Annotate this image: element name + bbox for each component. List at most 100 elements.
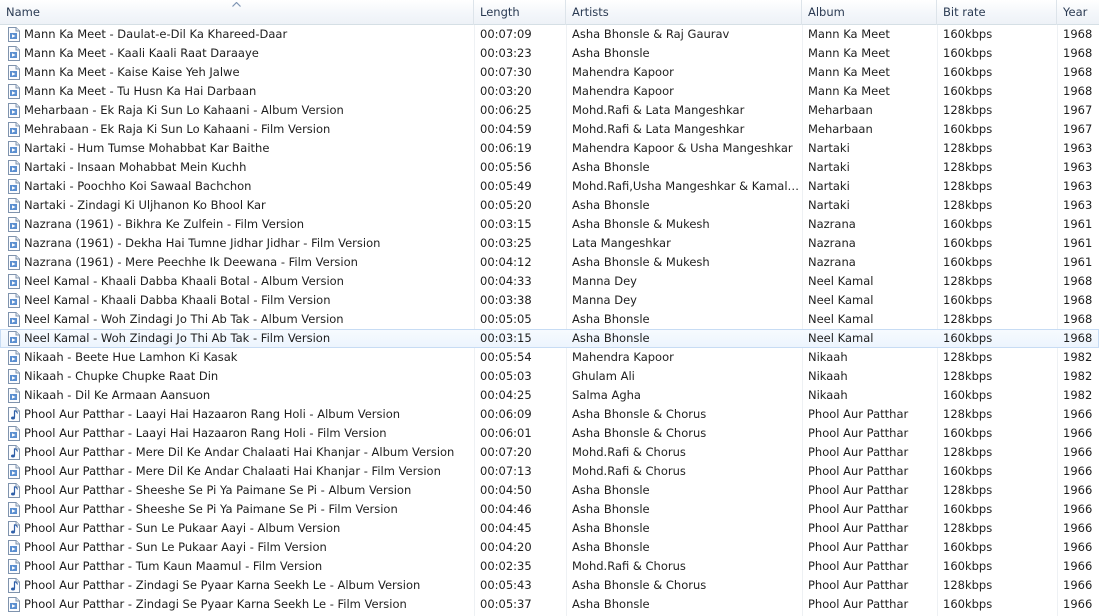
cell-length: 00:04:59: [480, 122, 532, 136]
table-row[interactable]: Nazrana (1961) - Bikhra Ke Zulfein - Fil…: [0, 215, 1099, 234]
column-header-album[interactable]: Album: [802, 0, 937, 25]
table-row[interactable]: Neel Kamal - Woh Zindagi Jo Thi Ab Tak -…: [0, 329, 1099, 348]
cell-length: 00:05:05: [480, 312, 532, 326]
table-row[interactable]: Meharbaan - Ek Raja Ki Sun Lo Kahaani - …: [0, 101, 1099, 120]
cell-length: 00:04:12: [480, 255, 532, 269]
cell-name[interactable]: Nikaah - Dil Ke Armaan Aansuon: [24, 386, 472, 405]
column-header-name-label: Name: [6, 5, 40, 19]
wma-file-icon: [7, 122, 21, 137]
table-row[interactable]: Phool Aur Patthar - Zindagi Se Pyaar Kar…: [0, 576, 1099, 595]
cell-name[interactable]: Neel Kamal - Woh Zindagi Jo Thi Ab Tak -…: [24, 329, 472, 348]
cell-name[interactable]: Neel Kamal - Khaali Dabba Khaali Botal -…: [24, 291, 472, 310]
cell-name[interactable]: Phool Aur Patthar - Zindagi Se Pyaar Kar…: [24, 595, 472, 614]
cell-year: 1966: [1063, 502, 1093, 516]
table-row[interactable]: Neel Kamal - Woh Zindagi Jo Thi Ab Tak -…: [0, 310, 1099, 329]
column-header-year[interactable]: Year: [1057, 0, 1099, 25]
cell-name[interactable]: Phool Aur Patthar - Zindagi Se Pyaar Kar…: [24, 576, 472, 595]
column-header-artists[interactable]: Artists: [566, 0, 802, 25]
cell-name[interactable]: Phool Aur Patthar - Mere Dil Ke Andar Ch…: [24, 443, 472, 462]
table-row[interactable]: Mann Ka Meet - Kaise Kaise Yeh Jalwe 00:0…: [0, 63, 1099, 82]
cell-name[interactable]: Nartaki - Hum Tumse Mohabbat Kar Baithe: [24, 139, 472, 158]
cell-name[interactable]: Phool Aur Patthar - Laayi Hai Hazaaron R…: [24, 405, 472, 424]
cell-length: 00:06:09: [480, 407, 532, 421]
table-row[interactable]: Phool Aur Patthar - Laayi Hai Hazaaron R…: [0, 424, 1099, 443]
cell-length: 00:06:01: [480, 426, 532, 440]
cell-name[interactable]: Mann Ka Meet - Daulat-e-Dil Ka Khareed-D…: [24, 25, 472, 44]
wma-file-icon: [7, 198, 21, 213]
table-row[interactable]: Mann Ka Meet - Tu Husn Ka Hai Darbaan 00:…: [0, 82, 1099, 101]
wma-file-icon: [7, 559, 21, 574]
cell-album: Phool Aur Patthar: [808, 597, 909, 611]
cell-name[interactable]: Nikaah - Beete Hue Lamhon Ki Kasak: [24, 348, 472, 367]
cell-name[interactable]: Nartaki - Poochho Koi Sawaal Bachchon: [24, 177, 472, 196]
table-row[interactable]: Nazrana (1961) - Dekha Hai Tumne Jidhar …: [0, 234, 1099, 253]
table-row[interactable]: Mehrabaan - Ek Raja Ki Sun Lo Kahaani - …: [0, 120, 1099, 139]
cell-name[interactable]: Nazrana (1961) - Mere Peechhe Ik Deewana…: [24, 253, 472, 272]
cell-name[interactable]: Neel Kamal - Khaali Dabba Khaali Botal -…: [24, 272, 472, 291]
wma-file-icon: [7, 46, 21, 61]
cell-bitrate: 128kbps: [943, 274, 993, 288]
table-row[interactable]: Neel Kamal - Khaali Dabba Khaali Botal -…: [0, 272, 1099, 291]
table-row[interactable]: Phool Aur Patthar - Sheeshe Se Pi Ya Pai…: [0, 481, 1099, 500]
wma-file-icon: [7, 464, 21, 479]
column-header-name[interactable]: Name: [0, 0, 474, 25]
table-row[interactable]: Nartaki - Zindagi Ki Uljhanon Ko Bhool K…: [0, 196, 1099, 215]
cell-name[interactable]: Mann Ka Meet - Kaali Kaali Raat Daraaye: [24, 44, 472, 63]
cell-name[interactable]: Neel Kamal - Woh Zindagi Jo Thi Ab Tak -…: [24, 310, 472, 329]
cell-year: 1968: [1063, 65, 1093, 79]
cell-album: Mann Ka Meet: [808, 65, 890, 79]
cell-year: 1968: [1063, 84, 1093, 98]
table-row[interactable]: Nikaah - Dil Ke Armaan Aansuon 00:04:25 Sa…: [0, 386, 1099, 405]
cell-name[interactable]: Mann Ka Meet - Kaise Kaise Yeh Jalwe: [24, 63, 472, 82]
table-row[interactable]: Nikaah - Beete Hue Lamhon Ki Kasak 00:05:…: [0, 348, 1099, 367]
table-row[interactable]: Nartaki - Insaan Mohabbat Mein Kuchh 00:0…: [0, 158, 1099, 177]
cell-name[interactable]: Mehrabaan - Ek Raja Ki Sun Lo Kahaani - …: [24, 120, 472, 139]
cell-artists: Asha Bhonsle: [572, 331, 650, 345]
cell-name[interactable]: Nazrana (1961) - Dekha Hai Tumne Jidhar …: [24, 234, 472, 253]
file-list-view[interactable]: Name Length Artists Album Bit rate Year …: [0, 0, 1099, 616]
cell-bitrate: 128kbps: [943, 350, 993, 364]
cell-artists: Mohd.Rafi & Lata Mangeshkar: [572, 122, 745, 136]
cell-name[interactable]: Nartaki - Insaan Mohabbat Mein Kuchh: [24, 158, 472, 177]
table-row[interactable]: Phool Aur Patthar - Tum Kaun Maamul - Fi…: [0, 557, 1099, 576]
cell-album: Mann Ka Meet: [808, 27, 890, 41]
cell-name[interactable]: Phool Aur Patthar - Tum Kaun Maamul - Fi…: [24, 557, 472, 576]
cell-length: 00:07:09: [480, 27, 532, 41]
cell-artists: Mohd.Rafi,Usha Mangeshkar & Kamal B...: [572, 179, 800, 193]
table-row[interactable]: Nartaki - Hum Tumse Mohabbat Kar Baithe 0…: [0, 139, 1099, 158]
cell-name[interactable]: Phool Aur Patthar - Sheeshe Se Pi Ya Pai…: [24, 481, 472, 500]
cell-name[interactable]: Nikaah - Chupke Chupke Raat Din: [24, 367, 472, 386]
cell-year: 1967: [1063, 122, 1093, 136]
table-row[interactable]: Nazrana (1961) - Mere Peechhe Ik Deewana…: [0, 253, 1099, 272]
wma-file-icon: [7, 103, 21, 118]
cell-length: 00:05:20: [480, 198, 532, 212]
table-row[interactable]: Phool Aur Patthar - Mere Dil Ke Andar Ch…: [0, 462, 1099, 481]
cell-artists: Mohd.Rafi & Lata Mangeshkar: [572, 103, 745, 117]
column-header-bar: Name Length Artists Album Bit rate Year: [0, 0, 1099, 25]
cell-name[interactable]: Meharbaan - Ek Raja Ki Sun Lo Kahaani - …: [24, 101, 472, 120]
cell-name[interactable]: Phool Aur Patthar - Sheeshe Se Pi Ya Pai…: [24, 500, 472, 519]
cell-name[interactable]: Phool Aur Patthar - Sun Le Pukaar Aayi -…: [24, 538, 472, 557]
table-row[interactable]: Phool Aur Patthar - Laayi Hai Hazaaron R…: [0, 405, 1099, 424]
cell-name[interactable]: Nartaki - Zindagi Ki Uljhanon Ko Bhool K…: [24, 196, 472, 215]
table-row[interactable]: Phool Aur Patthar - Sun Le Pukaar Aayi -…: [0, 519, 1099, 538]
cell-album: Nikaah: [808, 388, 848, 402]
table-row[interactable]: Nartaki - Poochho Koi Sawaal Bachchon 00:…: [0, 177, 1099, 196]
table-row[interactable]: Mann Ka Meet - Daulat-e-Dil Ka Khareed-D…: [0, 25, 1099, 44]
table-row[interactable]: Mann Ka Meet - Kaali Kaali Raat Daraaye 0…: [0, 44, 1099, 63]
cell-name[interactable]: Mann Ka Meet - Tu Husn Ka Hai Darbaan: [24, 82, 472, 101]
table-row[interactable]: Phool Aur Patthar - Sun Le Pukaar Aayi -…: [0, 538, 1099, 557]
cell-name[interactable]: Phool Aur Patthar - Laayi Hai Hazaaron R…: [24, 424, 472, 443]
table-row[interactable]: Phool Aur Patthar - Sheeshe Se Pi Ya Pai…: [0, 500, 1099, 519]
cell-name[interactable]: Phool Aur Patthar - Mere Dil Ke Andar Ch…: [24, 462, 472, 481]
cell-name[interactable]: Phool Aur Patthar - Sun Le Pukaar Aayi -…: [24, 519, 472, 538]
table-row[interactable]: Nikaah - Chupke Chupke Raat Din 00:05:03 G…: [0, 367, 1099, 386]
cell-name[interactable]: Nazrana (1961) - Bikhra Ke Zulfein - Fil…: [24, 215, 472, 234]
table-row[interactable]: Neel Kamal - Khaali Dabba Khaali Botal -…: [0, 291, 1099, 310]
table-row[interactable]: Phool Aur Patthar - Mere Dil Ke Andar Ch…: [0, 443, 1099, 462]
cell-album: Phool Aur Patthar: [808, 483, 909, 497]
column-header-length[interactable]: Length: [474, 0, 566, 25]
column-header-bitrate[interactable]: Bit rate: [937, 0, 1057, 25]
cell-bitrate: 128kbps: [943, 407, 993, 421]
table-row[interactable]: Phool Aur Patthar - Zindagi Se Pyaar Kar…: [0, 595, 1099, 614]
